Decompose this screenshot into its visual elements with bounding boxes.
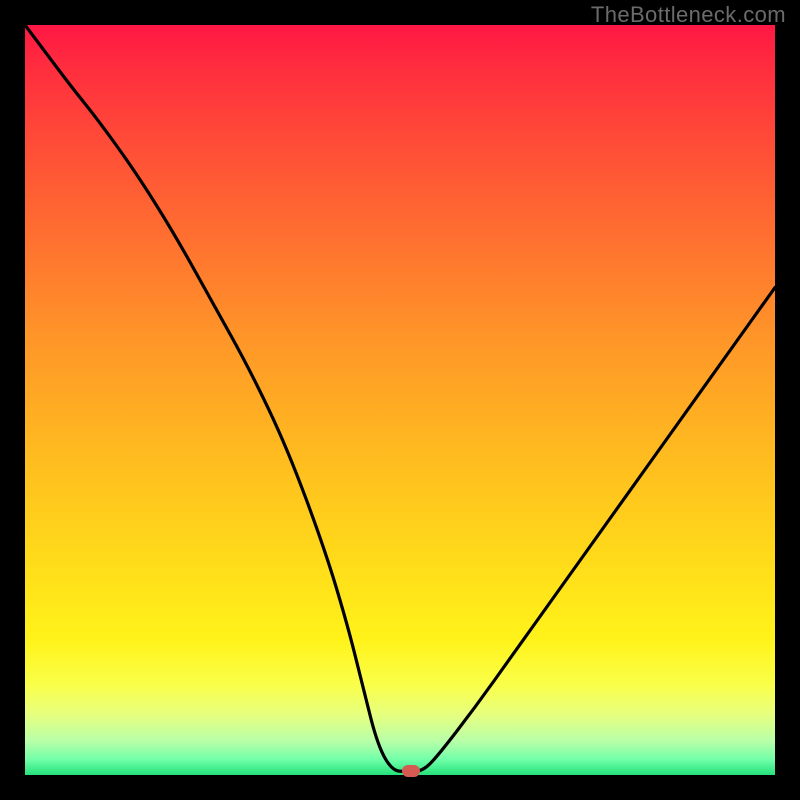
chart-svg	[25, 25, 775, 775]
chart-background	[25, 25, 775, 775]
plot-area	[25, 25, 775, 775]
chart-frame: TheBottleneck.com	[0, 0, 800, 800]
optimal-marker	[402, 765, 420, 777]
